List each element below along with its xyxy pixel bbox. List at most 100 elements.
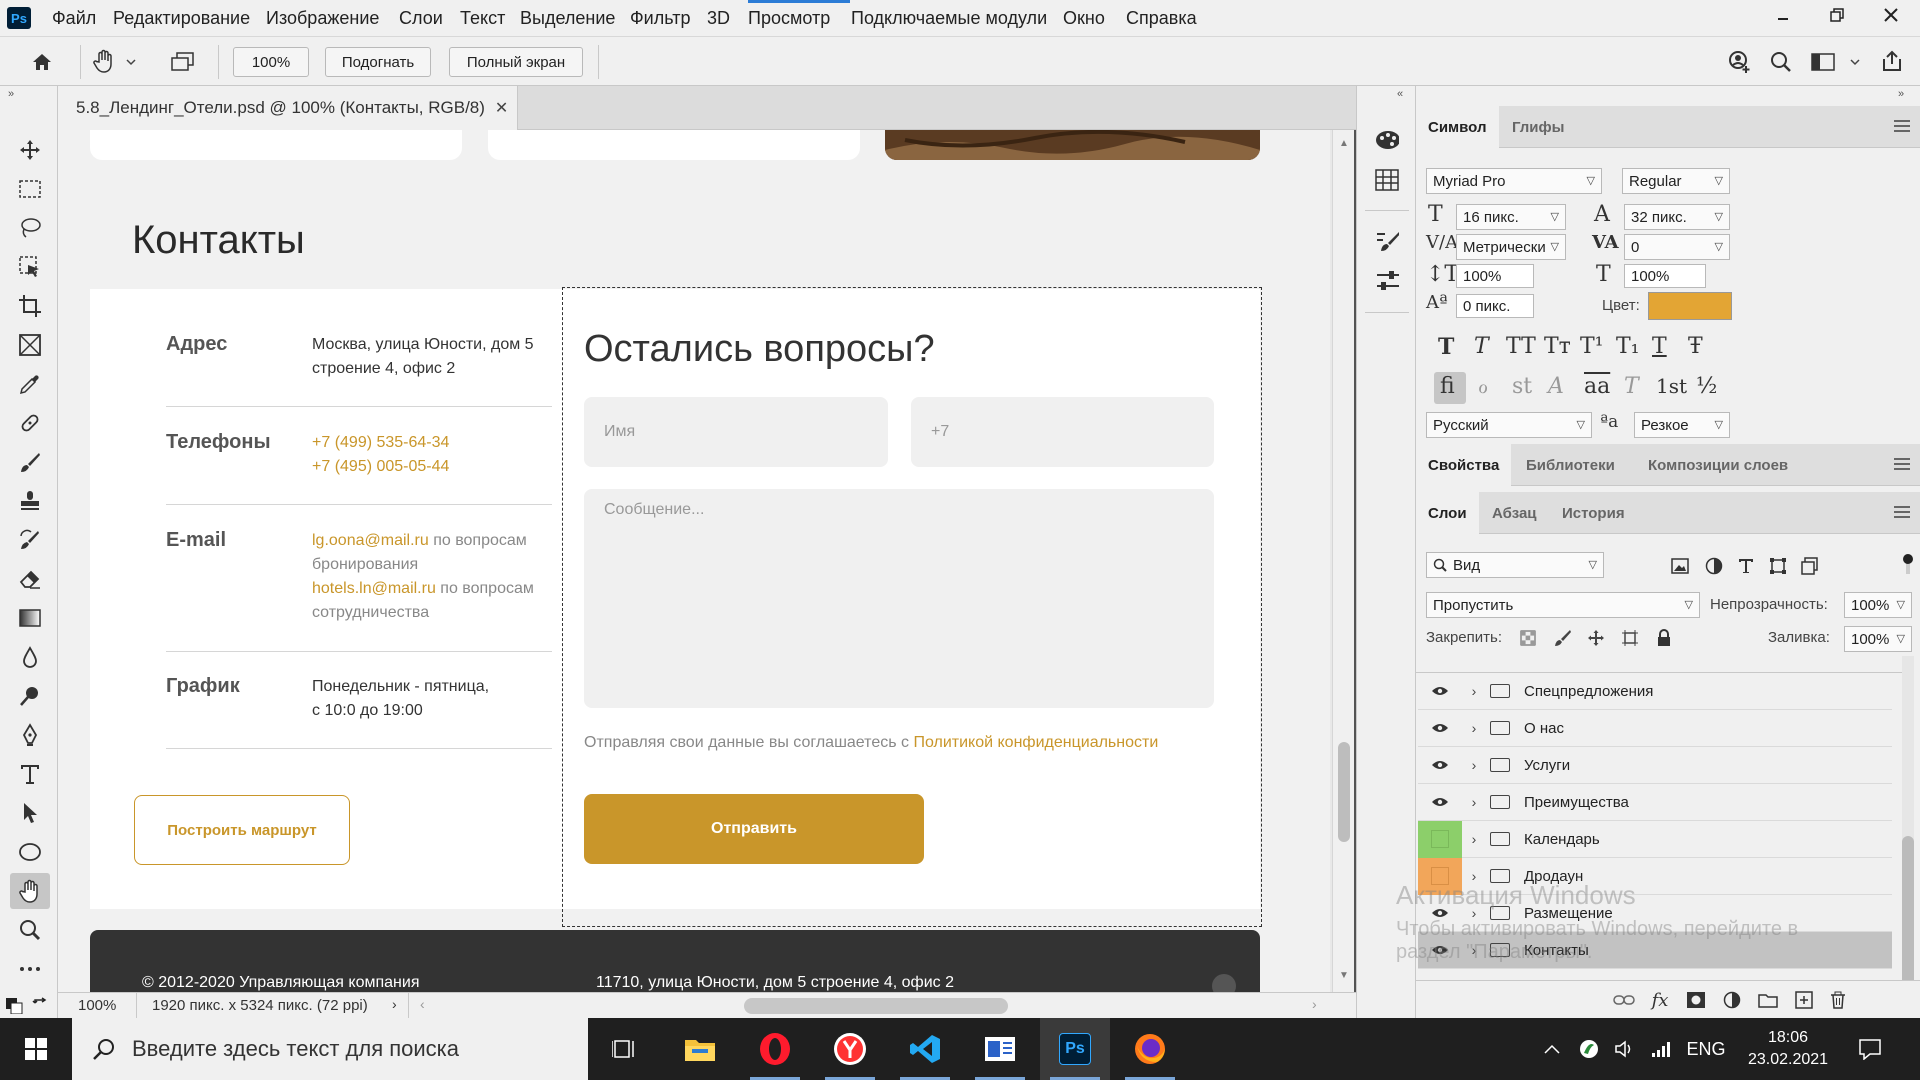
move-tool-icon[interactable]	[10, 132, 50, 168]
tray-app-icon[interactable]	[1574, 1018, 1604, 1080]
tab-history[interactable]: История	[1550, 492, 1637, 534]
fractions-icon[interactable]: ½	[1696, 374, 1717, 399]
tripadvisor-icon[interactable]	[1212, 974, 1236, 992]
tracking-dropdown[interactable]: 0 ▽	[1624, 234, 1730, 260]
tab-properties[interactable]: Свойства	[1416, 444, 1512, 486]
notifications-icon[interactable]	[1852, 1018, 1888, 1080]
tab-layers[interactable]: Слои	[1416, 492, 1479, 534]
share-icon[interactable]	[1880, 49, 1904, 73]
layer-row[interactable]: › Спецпредложения	[1418, 673, 1892, 710]
underline-icon[interactable]: T	[1652, 334, 1667, 359]
dodge-tool-icon[interactable]	[10, 678, 50, 714]
hand-tool-icon[interactable]	[92, 49, 116, 73]
kerning-dropdown[interactable]: Метрически ▽	[1456, 234, 1566, 260]
ordinals-icon[interactable]: 1st	[1656, 374, 1687, 398]
zoom-tool-icon[interactable]	[10, 912, 50, 948]
menu-3d[interactable]: 3D	[707, 8, 730, 29]
lock-all-icon[interactable]	[1652, 626, 1676, 650]
phone-link-2[interactable]: +7 (495) 005-05-44	[312, 455, 449, 479]
photoshop-logo-icon[interactable]: Ps	[7, 7, 31, 29]
phone-link-1[interactable]: +7 (499) 535-64-34	[312, 431, 449, 455]
lock-position-icon[interactable]	[1584, 626, 1608, 650]
menu-file[interactable]: Файл	[52, 8, 96, 29]
scroll-up-icon[interactable]: ▲	[1339, 138, 1349, 149]
discretionary-ligatures-icon[interactable]: st	[1512, 374, 1532, 399]
menu-select[interactable]: Выделение	[520, 8, 615, 29]
zoom-level[interactable]: 100%	[78, 997, 116, 1014]
hand-tool-icon[interactable]	[10, 873, 50, 909]
task-view-icon[interactable]	[590, 1018, 660, 1080]
scroll-down-icon[interactable]: ▼	[1339, 970, 1349, 981]
new-adjustment-layer-icon[interactable]	[1720, 988, 1744, 1012]
new-layer-icon[interactable]	[1792, 988, 1816, 1012]
file-explorer-icon[interactable]	[665, 1018, 735, 1080]
scroll-left-icon[interactable]: ‹	[420, 996, 425, 1012]
vscode-icon[interactable]	[890, 1018, 960, 1080]
default-colors-icon[interactable]	[6, 994, 26, 1015]
lock-pixels-icon[interactable]	[1550, 626, 1574, 650]
titling-alternates-icon[interactable]: T	[1624, 374, 1639, 399]
workspace-icon[interactable]	[1811, 50, 1835, 74]
layer-row[interactable]: › Календарь	[1418, 820, 1892, 858]
filter-smart-object-icon[interactable]	[1798, 554, 1822, 578]
vertical-scroll-thumb[interactable]	[1338, 742, 1350, 842]
standard-ligatures-icon[interactable]: fi	[1440, 374, 1455, 399]
object-selection-tool-icon[interactable]	[10, 249, 50, 285]
faux-italic-icon[interactable]: T	[1474, 334, 1489, 359]
email-link-1[interactable]: lg.oona@mail.ru	[312, 532, 429, 549]
swatches-panel-icon[interactable]	[1375, 168, 1399, 192]
ellipse-tool-icon[interactable]	[10, 834, 50, 870]
filter-type-icon[interactable]	[1734, 554, 1758, 578]
swash-icon[interactable]: A	[1548, 374, 1564, 399]
layer-row[interactable]: › Услуги	[1418, 747, 1892, 784]
chevron-right-icon[interactable]: ›	[1462, 794, 1486, 810]
eye-icon[interactable]	[1418, 673, 1462, 710]
all-caps-icon[interactable]: TT	[1506, 334, 1536, 359]
restore-icon[interactable]	[1810, 0, 1864, 30]
chevron-down-icon[interactable]	[1848, 50, 1862, 74]
history-brush-tool-icon[interactable]	[10, 522, 50, 558]
path-selection-tool-icon[interactable]	[10, 795, 50, 831]
menu-view[interactable]: Просмотр	[748, 8, 830, 29]
phone-input[interactable]: +7	[911, 397, 1214, 467]
vertical-scrollbar[interactable]: ▲ ▼	[1332, 130, 1354, 992]
stylistic-alternates-icon[interactable]: aa	[1584, 374, 1610, 399]
layer-style-icon[interactable]: fx	[1648, 988, 1672, 1012]
firefox-icon[interactable]	[1115, 1018, 1185, 1080]
fit-screen-button[interactable]: Подогнать	[325, 47, 431, 77]
chevron-right-icon[interactable]: ›	[1462, 757, 1486, 773]
hidden-eye-slot[interactable]	[1418, 820, 1462, 858]
healing-brush-tool-icon[interactable]	[10, 405, 50, 441]
collapse-toolbar-icon[interactable]: »	[8, 88, 14, 100]
crop-tool-icon[interactable]	[10, 288, 50, 324]
antialias-dropdown[interactable]: Резкое ▽	[1634, 412, 1730, 438]
filter-toggle[interactable]	[1902, 552, 1914, 576]
volume-icon[interactable]	[1610, 1018, 1640, 1080]
filter-adjustment-icon[interactable]	[1702, 554, 1726, 578]
scroll-all-windows-icon[interactable]	[170, 50, 194, 74]
layer-filter-dropdown[interactable]: Вид ▽	[1426, 552, 1604, 578]
tray-chevron-up-icon[interactable]	[1538, 1018, 1566, 1080]
text-color-swatch[interactable]	[1648, 292, 1732, 320]
menu-filter[interactable]: Фильтр	[630, 8, 690, 29]
home-icon[interactable]	[30, 50, 54, 74]
canvas-area[interactable]: Контакты Адрес Москва, улица Юности, дом…	[58, 130, 1332, 992]
font-family-dropdown[interactable]: Myriad Pro ▽	[1426, 168, 1602, 194]
search-icon[interactable]	[1769, 50, 1793, 74]
opacity-dropdown[interactable]: 100% ▽	[1844, 592, 1912, 618]
strikethrough-icon[interactable]: Ŧ	[1688, 334, 1703, 359]
yandex-browser-icon[interactable]	[815, 1018, 885, 1080]
opera-browser-icon[interactable]	[740, 1018, 810, 1080]
layers-scrollbar[interactable]	[1902, 656, 1914, 996]
document-tab[interactable]: 5.8_Лендинг_Отели.psd @ 100% (Контакты, …	[58, 86, 518, 130]
menu-window[interactable]: Окно	[1063, 8, 1105, 29]
eyedropper-tool-icon[interactable]	[10, 366, 50, 402]
message-textarea[interactable]: Сообщение...	[584, 489, 1214, 708]
menu-help[interactable]: Справка	[1126, 8, 1197, 29]
layers-scroll-thumb[interactable]	[1902, 836, 1914, 986]
blur-tool-icon[interactable]	[10, 639, 50, 675]
chevron-right-icon[interactable]: ›	[1462, 683, 1486, 699]
eraser-tool-icon[interactable]	[10, 561, 50, 597]
panel-menu-icon[interactable]	[1894, 458, 1910, 470]
panel-menu-icon[interactable]	[1894, 120, 1910, 132]
